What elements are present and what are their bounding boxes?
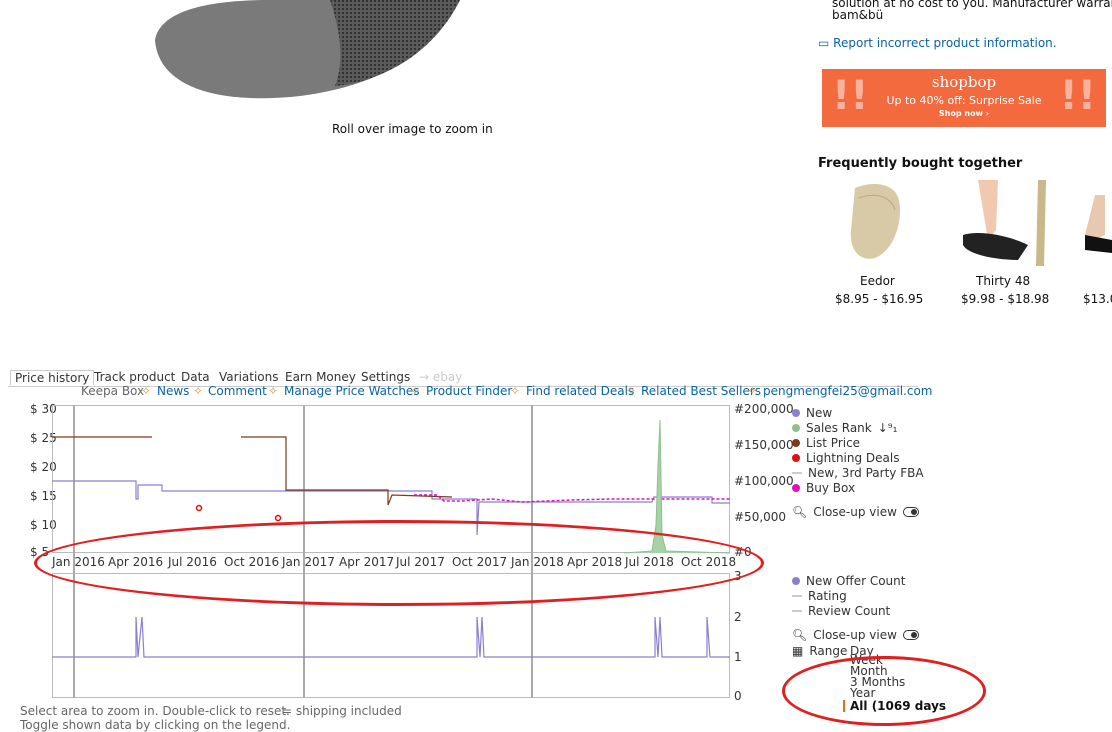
tab-earn-money[interactable]: Earn Money xyxy=(285,370,356,384)
manage-price-watches-link[interactable]: Manage Price Watches xyxy=(284,384,420,398)
rank-axis-label: #50,000 xyxy=(734,510,787,524)
legend-list-price[interactable]: List Price xyxy=(792,436,860,450)
legend-new[interactable]: New xyxy=(792,406,832,420)
list-price-line xyxy=(52,436,453,506)
search-icon: 🔍︎ xyxy=(792,505,808,519)
legend-dot xyxy=(792,424,800,432)
count-axis-label: 0 xyxy=(734,689,742,703)
shopbop-ad-banner[interactable]: !! !! shopbop Up to 40% off: Surprise Sa… xyxy=(822,69,1106,127)
legend-dot xyxy=(792,439,800,447)
account-email-link[interactable]: pengmengfei25@gmail.com xyxy=(763,384,933,398)
product-finder-link[interactable]: Product Finder xyxy=(426,384,512,398)
comment-link[interactable]: Comment xyxy=(208,384,267,398)
fbt-price-2: $9.98 - $18.98 xyxy=(961,292,1050,306)
sep-icon: ✧ xyxy=(268,384,279,398)
legend-hint: Toggle shown data by clicking on the leg… xyxy=(20,718,291,732)
legend-sales-rank[interactable]: Sales Rank ↓⁹₁ xyxy=(792,421,897,435)
legend-lightning-deals[interactable]: Lightning Deals xyxy=(792,451,900,465)
fbt-name-2[interactable]: Thirty 48 xyxy=(976,274,1030,288)
related-best-sellers-link[interactable]: Related Best Sellers xyxy=(641,384,761,398)
product-image[interactable] xyxy=(150,0,470,110)
toggle-icon[interactable] xyxy=(902,507,919,517)
legend-line xyxy=(792,595,802,597)
sep-icon: ✧ xyxy=(193,384,204,398)
keepa-box-link[interactable]: Keepa Box xyxy=(81,384,144,398)
lightning-deal-mark xyxy=(195,504,203,512)
tab-price-history[interactable]: Price history xyxy=(10,370,95,385)
legend-rating[interactable]: Rating xyxy=(792,589,847,603)
brand-text: bam&bü xyxy=(832,8,884,22)
legend-review-count[interactable]: Review Count xyxy=(792,604,890,618)
sep-icon: ✧ xyxy=(626,384,637,398)
news-link[interactable]: News xyxy=(157,384,189,398)
tab-data[interactable]: Data xyxy=(181,370,210,384)
legend-line xyxy=(792,472,802,474)
closeup-view-toggle[interactable]: 🔍︎ Close-up view xyxy=(792,505,919,519)
legend-new-offer-count[interactable]: New Offer Count xyxy=(792,574,905,588)
tab-track-product[interactable]: Track product xyxy=(94,370,175,384)
annotation-ellipse-range xyxy=(782,656,986,726)
sort-icon[interactable]: ↓⁹₁ xyxy=(878,421,898,435)
sep-icon: ✧ xyxy=(410,384,421,398)
comment-icon: ▭ xyxy=(818,36,830,50)
legend-buy-box[interactable]: Buy Box xyxy=(792,481,855,495)
sep-icon: ✧ xyxy=(141,384,152,398)
annotation-ellipse-dates xyxy=(34,520,764,606)
new-offer-count-line xyxy=(52,616,730,658)
legend-3rd-party-fba[interactable]: New, 3rd Party FBA xyxy=(792,466,924,480)
legend-dot xyxy=(792,454,800,462)
legend-line xyxy=(792,610,802,612)
ad-brand: shopbop xyxy=(931,73,997,91)
count-axis-label: 1 xyxy=(734,650,742,664)
fbt-image-1[interactable] xyxy=(845,180,905,266)
fbt-price-1: $8.95 - $16.95 xyxy=(835,292,924,306)
tab-variations[interactable]: Variations xyxy=(219,370,279,384)
fbt-price-3: $13.0 xyxy=(1083,292,1112,306)
fbt-image-3[interactable] xyxy=(1085,195,1112,255)
calendar-icon: ▦ xyxy=(792,644,804,658)
legend-dot xyxy=(792,409,800,417)
lightning-deal-mark xyxy=(274,514,282,522)
range-label: ▦ Range xyxy=(792,644,848,658)
count-axis-label: 2 xyxy=(734,610,742,624)
find-related-deals-link[interactable]: Find related Deals xyxy=(526,384,634,398)
report-incorrect-link[interactable]: ▭ Report incorrect product information. xyxy=(818,36,1057,50)
closeup-view-toggle-lower[interactable]: 🔍︎ Close-up view xyxy=(792,628,919,642)
shipping-note: = shipping included xyxy=(282,704,402,718)
sep-icon: ✧ xyxy=(747,384,758,398)
tab-settings[interactable]: Settings xyxy=(361,370,410,384)
image-caption: Roll over image to zoom in xyxy=(332,122,493,136)
rank-axis-label: #150,000 xyxy=(734,438,794,452)
sep-icon: ✧ xyxy=(510,384,521,398)
fbt-name-1[interactable]: Eedor xyxy=(860,274,895,288)
legend-dot xyxy=(792,484,800,492)
zoom-hint: Select area to zoom in. Double-click to … xyxy=(20,704,290,718)
legend-dot xyxy=(792,577,800,585)
fbt-image-2[interactable] xyxy=(958,180,1048,266)
search-icon: 🔍︎ xyxy=(792,628,808,642)
ad-headline: Up to 40% off: Surprise Sale xyxy=(886,94,1042,107)
fbt-title: Frequently bought together xyxy=(818,156,1023,171)
ad-cta: Shop now › xyxy=(938,109,990,118)
tab-ebay[interactable]: → ebay xyxy=(419,370,462,384)
toggle-icon[interactable] xyxy=(902,630,919,640)
rank-axis-label: #100,000 xyxy=(734,474,794,488)
rank-axis-label: #200,000 xyxy=(734,402,794,416)
